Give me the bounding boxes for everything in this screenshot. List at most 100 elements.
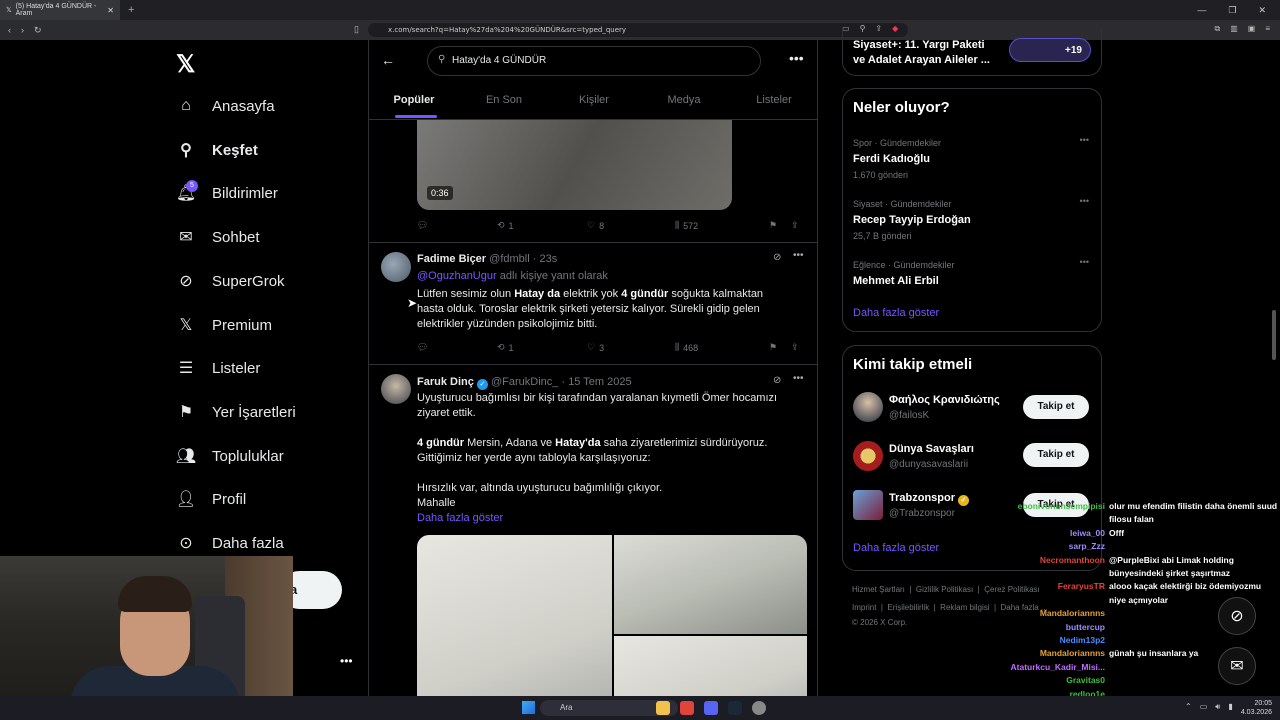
tab-latest[interactable]: En Son [459,88,549,120]
views-button[interactable]: ⫼ 572 [675,220,769,231]
show-more-follow-link[interactable]: Daha fazla göster [853,542,939,554]
forward-nav-icon[interactable]: › [21,25,24,35]
restore-icon[interactable]: ❐ [1228,5,1236,16]
views-button[interactable]: ⫼ 468 [675,342,769,353]
new-tab-icon[interactable]: + [128,4,134,16]
footer-link[interactable]: Erişilebilirlik [887,603,929,612]
author-name[interactable]: Faruk Dinç [417,376,474,388]
avatar[interactable] [853,441,883,471]
search-input[interactable]: ⚲ Hatay'da 4 GÜNDÜR [427,46,761,76]
tweet-time[interactable]: · 23s [533,253,557,265]
footer-link[interactable]: Hizmet Şartları [852,585,905,594]
nav-supergrok[interactable]: ⊘ SuperGrok [176,269,284,293]
tab-people[interactable]: Kişiler [549,88,639,120]
reply-icon[interactable]: 💬︎ [417,220,497,231]
live-event-card[interactable]: Siyaset+: 11. Yargı Paketi ve Adalet Aray… [842,28,1102,76]
like-button[interactable]: ♡ 3 [587,342,675,353]
trend-more-icon[interactable]: ••• [1080,257,1089,267]
follow-button[interactable]: Takip et [1023,443,1089,467]
tweet-more-icon[interactable]: ••• [793,373,804,384]
sidebar-icon[interactable]: ▥ [1230,24,1238,34]
share-icon[interactable]: ⇪ [791,220,799,231]
reply-icon[interactable]: 💬︎ [417,342,497,353]
bookmark-page-icon[interactable]: ▯ [354,24,359,35]
tweet-video[interactable]: 0:36 [417,120,732,210]
minimize-icon[interactable]: — [1197,5,1206,16]
reload-icon[interactable]: ↻ [34,25,42,36]
follow-user[interactable]: Φαήλος Κρανιδιώτης @failosK [889,392,1000,424]
scrollbar[interactable] [1272,310,1276,360]
close-tab-icon[interactable]: ✕ [107,6,114,15]
windows-start-icon[interactable] [522,701,535,714]
trend-more-icon[interactable]: ••• [1080,196,1089,206]
bookmark-icon[interactable]: ⚑ [769,220,791,231]
file-explorer-icon[interactable] [656,701,670,715]
close-window-icon[interactable]: ✕ [1258,5,1266,16]
tab-popular[interactable]: Popüler [369,88,459,120]
messages-float-icon[interactable]: ✉ [1218,647,1256,685]
tweet-more-icon[interactable]: ••• [793,250,804,261]
menu-icon[interactable]: ≡ [1265,24,1270,34]
tab-lists[interactable]: Listeler [729,88,817,120]
back-nav-icon[interactable]: ‹ [8,25,11,35]
nav-premium[interactable]: 𝕏 Premium [176,313,272,337]
trend-item[interactable]: Spor · Gündemdekiler Ferdi Kadıoğlu 1.67… [853,135,941,183]
footer-link[interactable]: Reklam bilgisi [940,603,989,612]
battery-icon[interactable]: ▮ [1228,702,1232,712]
follow-user[interactable]: Trabzonspor ✓ @Trabzonspor [889,490,970,522]
retweet-button[interactable]: ⟲ 1 [497,220,587,231]
speaker-icon[interactable]: 🔊︎ [1215,702,1220,712]
follow-user[interactable]: Dünya Savaşları @dunyasavaslarii [889,441,974,473]
account-more-icon[interactable]: ••• [340,654,353,668]
extensions-icon[interactable]: ⧉ [1214,24,1220,34]
steam-icon[interactable] [728,701,742,715]
follow-button[interactable]: Takip et [1023,395,1089,419]
tray-chevron-icon[interactable]: ⌃ [1185,702,1192,712]
trend-more-icon[interactable]: ••• [1080,135,1089,145]
participants-pill[interactable]: +19 [1009,38,1091,62]
trend-item[interactable]: Eğlence · Gündemdekiler Mehmet Ali Erbil [853,257,955,289]
grok-float-icon[interactable]: ⊘ [1218,597,1256,635]
nav-explore[interactable]: ⚲ Keşfet [176,138,258,162]
trend-item[interactable]: Siyaset · Gündemdekiler Recep Tayyip Erd… [853,196,971,244]
author-handle[interactable]: @FarukDinc_ [491,376,558,388]
bookmark-icon[interactable]: ⚑ [769,342,791,353]
reply-mention[interactable]: @OguzhanUgur [417,270,497,282]
nav-bookmarks[interactable]: ⚑ Yer İşaretleri [176,400,296,424]
nav-profile[interactable]: 👤︎ Profil [176,487,246,511]
discord-icon[interactable] [704,701,718,715]
tab-media[interactable]: Medya [639,88,729,120]
like-button[interactable]: ♡ 8 [587,220,675,231]
grok-icon[interactable]: ⊘ [773,252,781,263]
avatar[interactable] [381,252,411,282]
more-options-icon[interactable]: ••• [789,50,804,66]
show-more-link[interactable]: Daha fazla göster [417,511,809,526]
tweet-photo[interactable] [417,535,612,720]
nav-home[interactable]: ⌂ Anasayfa [176,94,274,118]
author-handle[interactable]: @fdmbll [489,253,530,265]
show-more-trends-link[interactable]: Daha fazla göster [853,307,939,319]
x-logo-icon[interactable]: 𝕏 [176,50,195,79]
grok-icon[interactable]: ⊘ [773,375,781,386]
author-name[interactable]: Fadime Biçer [417,253,486,265]
avatar[interactable] [853,490,883,520]
retweet-button[interactable]: ⟲ 1 [497,342,587,353]
nav-communities[interactable]: 👥︎ Topluluklar [176,444,284,468]
clock[interactable]: 20:05 4.03.2026 [1241,699,1272,717]
avatar[interactable] [381,374,411,404]
footer-link[interactable]: Imprint [852,603,876,612]
obs-icon[interactable] [752,701,766,715]
tweet-time[interactable]: · 15 Tem 2025 [561,376,631,388]
nav-lists[interactable]: ☰ Listeler [176,356,261,380]
back-arrow-icon[interactable]: ← [381,52,395,68]
share-icon[interactable]: ⇪ [791,342,799,353]
footer-link[interactable]: Gizlilik Politikası [916,585,973,594]
brave-browser-icon[interactable] [680,701,694,715]
tweet-photo[interactable] [614,535,807,634]
nav-chat[interactable]: ✉ Sohbet [176,225,259,249]
monitor-icon[interactable]: ▭ [1200,702,1208,712]
nav-more[interactable]: ⊙ Daha fazla [176,531,283,555]
avatar[interactable] [853,392,883,422]
browser-tab[interactable]: 𝕏 (5) Hatay'da 4 GÜNDÜR - Aram ✕ [0,0,120,20]
wallet-icon[interactable]: ▣ [1248,24,1256,34]
